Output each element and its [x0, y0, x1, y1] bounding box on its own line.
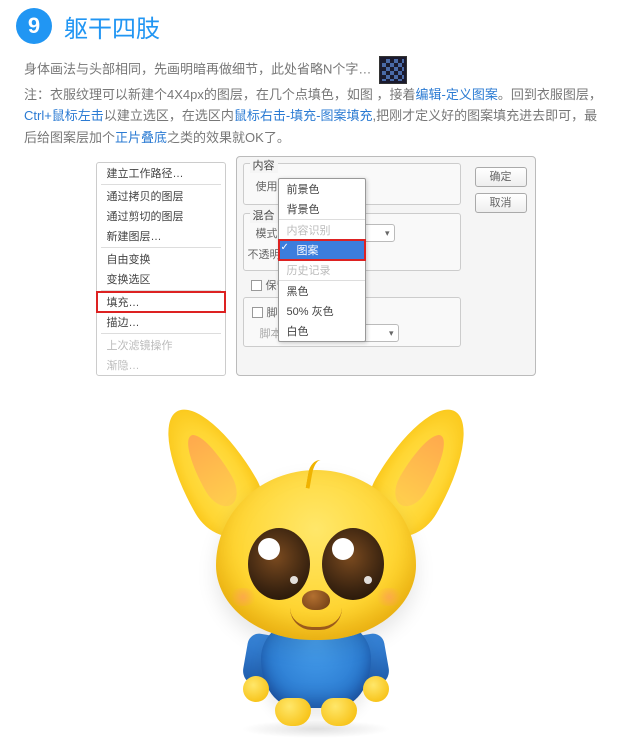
blend-group-label: 混合 [250, 207, 278, 223]
ok-button[interactable]: 确定 [475, 167, 527, 187]
use-label: 使用 [256, 178, 278, 194]
dropdown-item[interactable]: 图案 [279, 240, 365, 260]
use-dropdown[interactable]: 前景色背景色内容识别图案历史记录黑色50% 灰色白色 [278, 178, 366, 342]
dropdown-item[interactable]: 白色 [279, 321, 365, 341]
step-title: 躯干四肢 [64, 9, 160, 44]
content-group-label: 内容 [250, 157, 278, 173]
context-menu-item[interactable]: 填充… [97, 292, 225, 312]
context-menu-item[interactable]: 描边… [97, 312, 225, 332]
context-menu-item: 渐隐… [97, 355, 225, 375]
context-menu-item: 上次滤镜操作 [97, 335, 225, 355]
dialog-screenshot-area: 建立工作路径… 通过拷贝的图层通过剪切的图层新建图层… 自由变换变换选区填充…描边…… [86, 162, 546, 392]
dropdown-item[interactable]: 黑色 [279, 281, 365, 301]
pattern-swatch-icon [379, 56, 407, 84]
script-pattern-checkbox[interactable] [252, 307, 263, 318]
dropdown-item: 历史记录 [279, 260, 365, 280]
dropdown-item[interactable]: 50% 灰色 [279, 301, 365, 321]
dropdown-item[interactable]: 前景色 [279, 179, 365, 199]
context-menu-item[interactable]: 自由变换 [97, 249, 225, 269]
text: ，接着 [377, 87, 416, 102]
instruction-paragraph: 身体画法与头部相同，先画明暗再做细节，此处省略N个字… 注：衣服纹理可以新建个4… [0, 52, 631, 156]
highlight-edit-define: 编辑-定义图案 [416, 87, 498, 102]
context-menu-item[interactable]: 新建图层… [97, 226, 225, 246]
context-menu-item[interactable]: 通过拷贝的图层 [97, 186, 225, 206]
dropdown-item: 内容识别 [279, 220, 365, 240]
context-menu-item[interactable]: 通过剪切的图层 [97, 206, 225, 226]
text: 注：衣服纹理可以新建个4X4px的图层，在几个点填色，如图 [24, 87, 373, 102]
text: 。回到衣服图层， [498, 87, 602, 102]
step-badge: 9 [16, 8, 52, 44]
cancel-button[interactable]: 取消 [475, 193, 527, 213]
text: 以建立选区，在选区内 [104, 108, 234, 123]
dropdown-item[interactable]: 背景色 [279, 199, 365, 219]
chevron-down-icon: ▾ [389, 328, 394, 339]
preserve-transparency-checkbox[interactable] [251, 280, 262, 291]
text: 之类的效果就OK了。 [167, 130, 290, 145]
highlight-ctrl-click: Ctrl+鼠标左击 [24, 108, 104, 123]
text: 身体画法与头部相同，先画明暗再做细节，此处省略N个字… [24, 61, 371, 76]
highlight-rc-fill: 鼠标右击-填充-图案填充 [234, 108, 373, 123]
mode-label: 模式: [256, 225, 281, 241]
mascot-illustration [0, 408, 631, 728]
chevron-down-icon: ▾ [385, 228, 390, 239]
context-menu-item[interactable]: 变换选区 [97, 269, 225, 289]
highlight-multiply: 正片叠底 [115, 130, 167, 145]
context-menu[interactable]: 建立工作路径… 通过拷贝的图层通过剪切的图层新建图层… 自由变换变换选区填充…描边…… [96, 162, 226, 376]
context-menu-item[interactable]: 建立工作路径… [97, 163, 225, 183]
